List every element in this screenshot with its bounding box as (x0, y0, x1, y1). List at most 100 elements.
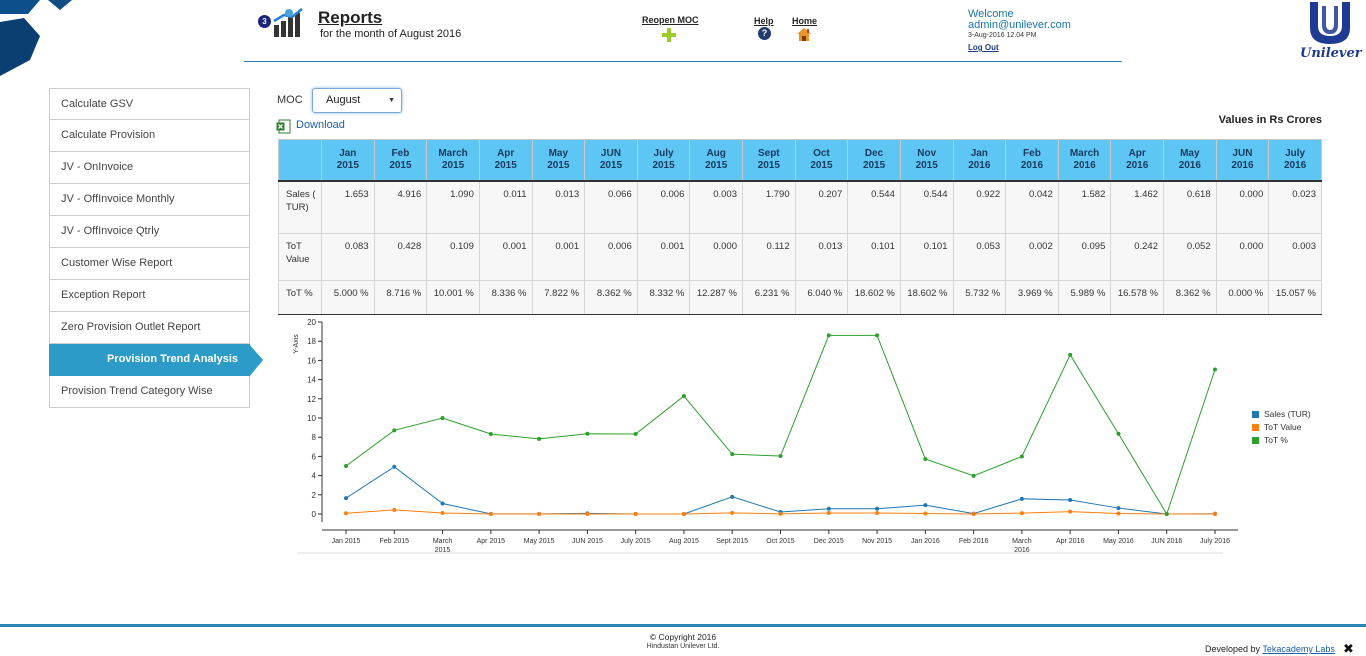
table-cell: 0.003 (1268, 233, 1322, 281)
table-cell: 6.231 % (742, 280, 796, 315)
logout-link[interactable]: Log Out (968, 43, 999, 52)
data-point (440, 510, 445, 515)
data-point (875, 506, 880, 511)
data-point (344, 511, 348, 516)
sidebar-item-exception-report[interactable]: Exception Report (49, 280, 250, 312)
y-tick-label: 2 (312, 491, 317, 500)
data-point (1116, 506, 1121, 511)
data-point (488, 431, 493, 436)
legend-swatch (1252, 411, 1259, 418)
x-tick-label: Sept 2015 (716, 538, 748, 545)
developed-by: Developed by Tekacademy Labs (1205, 644, 1335, 654)
data-point (923, 456, 928, 461)
table-header-row: Jan 2015 Feb 2015 March 2015 Apr 2015 May 20… (278, 139, 1322, 182)
reopen-moc-link[interactable]: Reopen MOC (642, 15, 699, 25)
legend-label: ToT Value (1264, 422, 1302, 432)
x-tick-label: Feb 2015 (379, 538, 409, 545)
y-tick-label: 16 (307, 356, 316, 365)
sidebar-item-jv-offinvoice-qtrly[interactable]: JV - OffInvoice Qtrly (49, 216, 250, 248)
y-tick-label: 10 (307, 414, 316, 423)
data-point (730, 510, 735, 515)
table-cell: 0.001 (636, 233, 691, 281)
data-point (826, 506, 831, 511)
table-cell: 0.002 (1005, 233, 1059, 281)
data-point (440, 501, 445, 506)
plus-icon[interactable] (661, 27, 677, 43)
x-tick-label: Nov 2015 (862, 538, 892, 545)
table-cell: 5.732 % (952, 280, 1007, 315)
developed-by-label: Developed by (1205, 644, 1263, 654)
table-cell: 0.618 (1163, 180, 1217, 234)
table-cell: 0.109 (426, 233, 480, 281)
series-line (345, 466, 1216, 515)
table-column-header: May 2015 (531, 139, 586, 182)
table-cell: 7.822 % (531, 280, 586, 315)
table-cell: 0.922 (952, 180, 1007, 234)
table-column-header: Apr 2016 (1110, 139, 1164, 182)
y-tick-label: 14 (307, 376, 316, 385)
table-column-header: JUN 2015 (584, 139, 638, 182)
table-cell: 1.582 (1057, 180, 1112, 234)
page-header: 3 Reports for the month of August 2016 R… (244, 0, 1122, 62)
excel-download-icon[interactable] (276, 119, 291, 134)
table-cell: 0.112 (742, 233, 796, 281)
data-point (344, 464, 348, 468)
x-tick-label: JUN 2015 (572, 538, 603, 545)
table-cell: 0.013 (531, 180, 586, 234)
table-cell: 0.001 (531, 233, 586, 281)
table-column-header: JUN 2016 (1215, 139, 1270, 182)
table-cell: 0.000 (1215, 233, 1270, 281)
data-point (971, 511, 976, 516)
sidebar-item-jv-offinvoice-monthly[interactable]: JV - OffInvoice Monthly (49, 184, 250, 216)
table-column-header: Oct 2015 (794, 139, 849, 182)
notification-badge[interactable]: 3 (258, 15, 271, 28)
legend-label: Sales (TUR) (1264, 409, 1311, 419)
table-column-header: Feb 2015 (373, 139, 428, 182)
table-column-header: Dec 2015 (847, 139, 901, 182)
table-cell: 0.013 (794, 233, 849, 281)
help-link[interactable]: Help (754, 16, 774, 26)
data-point (1019, 496, 1024, 501)
legend-swatch (1252, 424, 1259, 431)
data-point (1068, 497, 1073, 502)
data-point (585, 431, 590, 436)
home-link[interactable]: Home (792, 16, 817, 26)
sidebar-item-zero-provision-outlet-report[interactable]: Zero Provision Outlet Report (49, 312, 250, 344)
moc-select[interactable]: August ▼ (312, 88, 402, 113)
y-tick-label: 6 (312, 452, 317, 461)
sidebar-item-provision-trend-category-wise[interactable]: Provision Trend Category Wise (49, 376, 250, 408)
sidebar-item-calculate-provision[interactable]: Calculate Provision (49, 120, 250, 152)
table-column-header: March 2015 (426, 139, 480, 182)
sidebar-item-jv-oninvoice[interactable]: JV - OnInvoice (49, 152, 250, 184)
data-point (392, 464, 397, 469)
provision-trend-chart: 0 2 4 6 8 10 12 14 16 18 20 Y-Axis Jan 2015 Feb 2015 M… (293, 318, 1311, 554)
sidebar-item-provision-trend-analysis[interactable]: Provision Trend Analysis (49, 344, 263, 377)
chevron-down-icon: ▼ (388, 97, 395, 104)
y-axis-label: Y-Axis (293, 334, 300, 354)
x-tick-label: May 2016 (1103, 538, 1134, 545)
sidebar-item-calculate-gsv[interactable]: Calculate GSV (49, 88, 250, 120)
table-cell: 8.362 % (1163, 280, 1217, 315)
sidebar-item-customer-wise-report[interactable]: Customer Wise Report (49, 248, 250, 280)
table-column-header: Aug 2015 (689, 139, 743, 182)
legend-swatch (1252, 437, 1259, 444)
close-icon[interactable]: ✖ (1343, 641, 1354, 656)
x-tick-label: March 2015 (433, 538, 453, 554)
download-link[interactable]: Download (296, 119, 345, 131)
table-cell: 0.083 (321, 233, 375, 281)
home-icon[interactable] (796, 27, 812, 42)
developer-link[interactable]: Tekacademy Labs (1262, 644, 1335, 654)
table-cell: 0.000 % (1215, 280, 1270, 315)
provision-trend-table: Jan 2015 Feb 2015 March 2015 Apr 2015 May 20… (278, 139, 1322, 315)
table-column-header: July 2016 (1268, 139, 1322, 182)
legend-label: ToT % (1264, 435, 1288, 445)
login-datetime: 3-Aug-2016 12.04 PM (968, 32, 1037, 39)
data-point (633, 432, 638, 437)
table-row-label: Sales ( TUR) (278, 180, 322, 234)
x-tick-label: Apr 2015 (477, 538, 506, 545)
table-cell: 8.716 % (373, 280, 428, 315)
data-point (440, 415, 445, 420)
data-point (392, 428, 397, 433)
data-point (392, 507, 397, 512)
help-icon[interactable]: ? (758, 27, 771, 40)
